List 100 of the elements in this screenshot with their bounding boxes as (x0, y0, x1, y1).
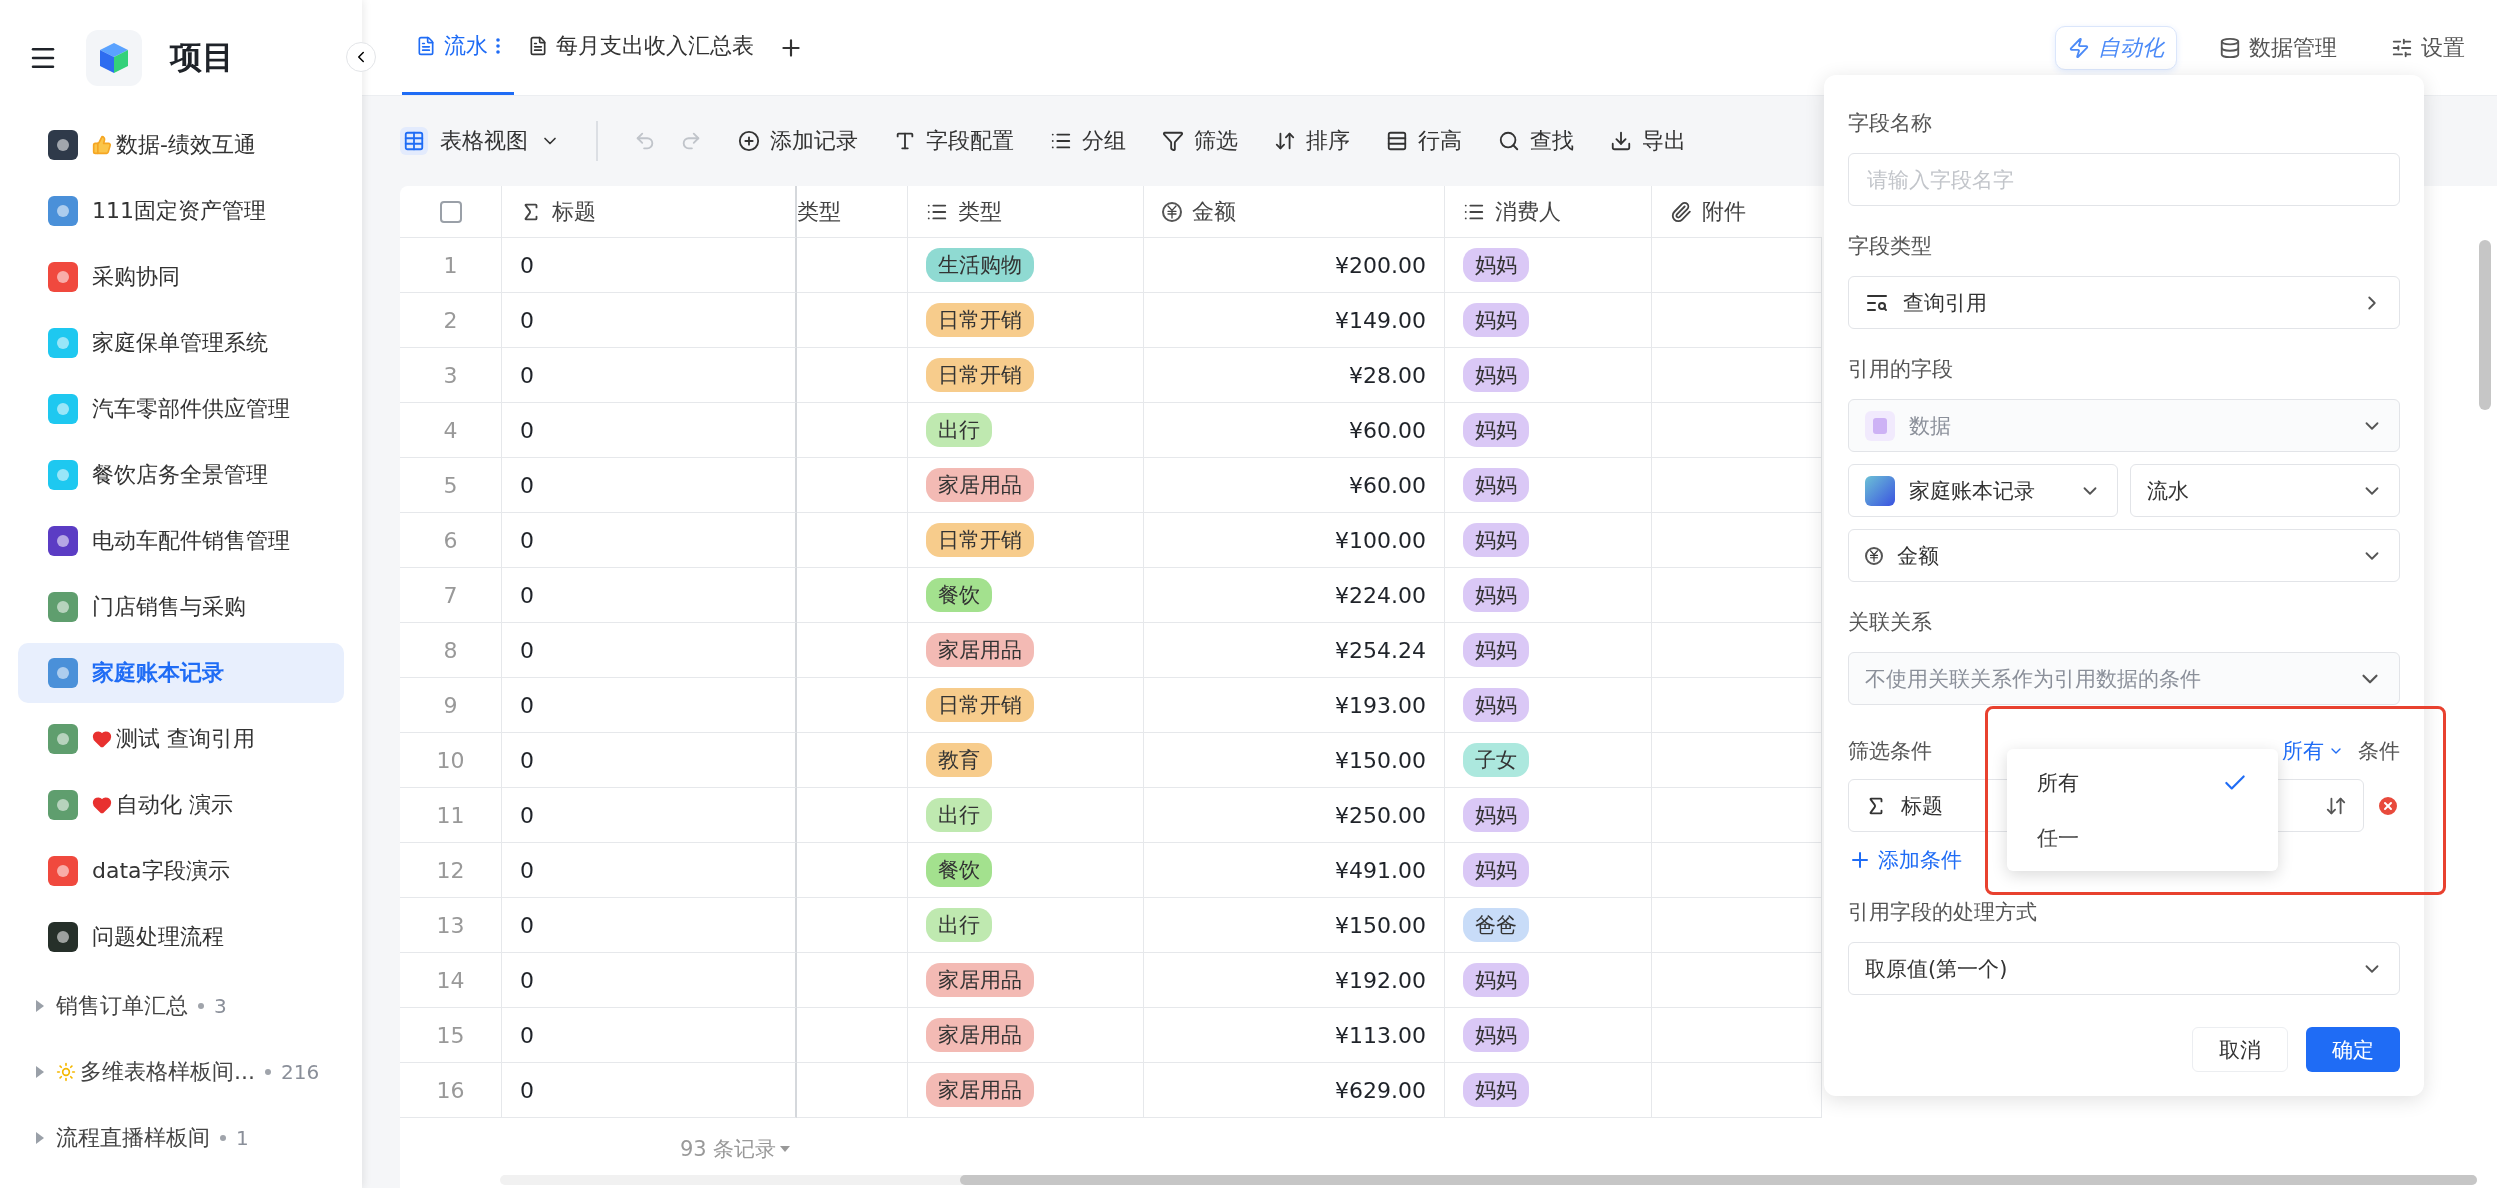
row-number: 7 (400, 568, 502, 623)
toolbar-button[interactable]: 筛选 (1162, 126, 1238, 156)
sidebar-item[interactable]: 自动化 演示 (18, 775, 344, 835)
sidebar-group[interactable]: 多维表格样板间... 216 (0, 1039, 362, 1105)
table-select[interactable]: 家庭账本记录 (1848, 464, 2118, 517)
column-header[interactable]: 类型 (797, 186, 908, 238)
sidebar-item[interactable]: 问题处理流程 (18, 907, 344, 967)
paperclip-icon (1670, 200, 1692, 223)
sidebar-item[interactable]: 家庭账本记录 (18, 643, 344, 703)
table-cell: ¥192.00 (1144, 953, 1445, 1008)
column-header[interactable]: 标题 (502, 186, 797, 238)
horizontal-scrollbar[interactable] (500, 1175, 2477, 1185)
toolbar-button[interactable]: 查找 (1498, 126, 1574, 156)
sheet-tab[interactable]: 每月支出收入汇总表 (514, 0, 768, 95)
thumbs-up-icon (92, 135, 112, 155)
select-all-checkbox[interactable] (439, 200, 462, 223)
toolbar-button[interactable]: 导出 (1610, 126, 1686, 156)
sidebar-item[interactable]: 餐饮店务全景管理 (18, 445, 344, 505)
column-header[interactable]: 金额 (1144, 186, 1445, 238)
sidebar-item[interactable]: 数据-绩效互通 (18, 115, 344, 175)
field-label: 关联关系 (1848, 609, 1933, 636)
sheet-select[interactable]: 流水 (2130, 464, 2400, 517)
row-number: 16 (400, 1063, 502, 1118)
sidebar-group[interactable]: 销售订单汇总 3 (0, 973, 362, 1039)
column-header[interactable]: 类型 (908, 186, 1144, 238)
automation-icon (2068, 36, 2090, 59)
table-cell: 0 (502, 238, 797, 293)
column-header[interactable]: 消费人 (1445, 186, 1652, 238)
sidebar-label: 电动车配件销售管理 (92, 527, 290, 555)
sidebar-item[interactable]: 电动车配件销售管理 (18, 511, 344, 571)
collapse-button[interactable] (346, 42, 376, 72)
row-number: 9 (400, 678, 502, 733)
table-cell: ¥150.00 (1144, 898, 1445, 953)
table-cell: ¥193.00 (1144, 678, 1445, 733)
caret-icon (780, 1145, 791, 1153)
sidebar-label: 汽车零部件供应管理 (92, 395, 290, 423)
column-select[interactable]: 金额 (1848, 529, 2400, 582)
category-tag: 家居用品 (926, 468, 1034, 502)
sidebar-item[interactable]: 测试 查询引用 (18, 709, 344, 769)
category-tag: 日常开销 (926, 523, 1034, 557)
table-cell: 0 (502, 293, 797, 348)
row-number: 8 (400, 623, 502, 678)
table-cell: ¥60.00 (1144, 458, 1445, 513)
field-type-select[interactable]: 查询引用 (1848, 276, 2400, 329)
table-cell: 0 (502, 898, 797, 953)
sidebar-label: 111固定资产管理 (92, 197, 266, 225)
person-tag: 妈妈 (1463, 688, 1529, 722)
sidebar-item[interactable]: 采购协同 (18, 247, 344, 307)
sidebar-item[interactable]: 家庭保单管理系统 (18, 313, 344, 373)
table-cell: 0 (502, 678, 797, 733)
table-cell: ¥224.00 (1144, 568, 1445, 623)
undo-icon[interactable] (634, 130, 656, 152)
heart-icon (92, 795, 112, 815)
document-icon (416, 36, 436, 56)
toolbar-button[interactable]: 字段配置 (894, 126, 1014, 156)
sidebar-label: 家庭保单管理系统 (92, 329, 268, 357)
row-number: 4 (400, 403, 502, 458)
vertical-scrollbar[interactable] (2479, 240, 2491, 410)
sidebar-group[interactable]: 流程直播样板间 1 (0, 1105, 362, 1171)
sidebar-label: 问题处理流程 (92, 923, 224, 951)
view-selector[interactable]: 表格视图 (400, 126, 560, 156)
rows-icon (1386, 130, 1408, 152)
row-number: 6 (400, 513, 502, 568)
sidebar-label: 餐饮店务全景管理 (92, 461, 268, 489)
table-cell: ¥150.00 (1144, 733, 1445, 788)
app-title: 项目 (170, 36, 234, 78)
toolbar-button[interactable]: 行高 (1386, 126, 1462, 156)
category-tag: 日常开销 (926, 358, 1034, 392)
add-condition-link[interactable]: 添加条件 (1848, 846, 1962, 874)
row-number: 12 (400, 843, 502, 898)
mode-select[interactable]: 取原值(第一个) (1848, 942, 2400, 995)
toolbar-button[interactable]: 添加记录 (738, 126, 858, 156)
menu-option[interactable]: 任一 (2007, 810, 2278, 865)
column-header[interactable]: 附件 (1652, 186, 1822, 238)
category-tag: 日常开销 (926, 303, 1034, 337)
dot-separator (198, 1003, 204, 1009)
row-number: 10 (400, 733, 502, 788)
person-tag: 妈妈 (1463, 853, 1529, 887)
item-count: 3 (214, 994, 227, 1018)
confirm-button[interactable]: 确定 (2306, 1027, 2400, 1072)
toolbar-button[interactable]: 排序 (1274, 126, 1350, 156)
person-tag: 妈妈 (1463, 1073, 1529, 1107)
cancel-button[interactable]: 取消 (2192, 1027, 2288, 1072)
sidebar-label: 测试 查询引用 (116, 725, 255, 753)
sidebar-label: 数据-绩效互通 (116, 131, 256, 159)
table-cell: 0 (502, 403, 797, 458)
table-cell: ¥28.00 (1144, 348, 1445, 403)
sidebar-item[interactable]: 门店销售与采购 (18, 577, 344, 637)
sidebar-item[interactable]: 111固定资产管理 (18, 181, 344, 241)
app-icon (1865, 475, 1895, 506)
menu-option[interactable]: 所有 (2007, 755, 2278, 810)
sidebar-item[interactable]: 汽车零部件供应管理 (18, 379, 344, 439)
yen-icon (1162, 201, 1182, 222)
table-cell: 0 (502, 623, 797, 678)
redo-icon[interactable] (680, 130, 702, 152)
sidebar-item[interactable]: data字段演示 (18, 841, 344, 901)
field-name-input[interactable]: 请输入字段名字 (1848, 153, 2400, 206)
row-number: 15 (400, 1008, 502, 1063)
toolbar-button[interactable]: 分组 (1050, 126, 1126, 156)
match-mode-dropdown[interactable]: 所有 (2282, 737, 2344, 765)
